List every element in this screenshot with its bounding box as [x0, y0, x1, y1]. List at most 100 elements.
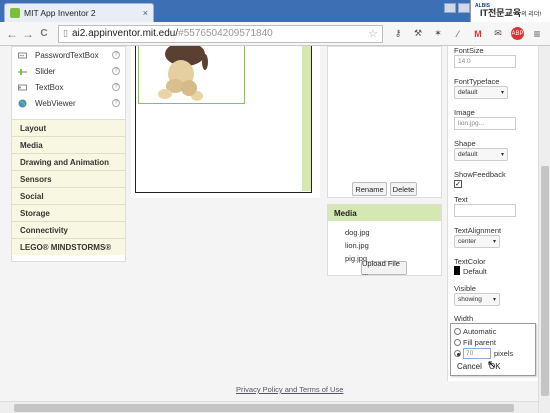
pixels-radio[interactable]	[454, 350, 461, 357]
upload-file-button[interactable]: Upload File ...	[361, 259, 407, 277]
chevron-down-icon: ▾	[492, 297, 496, 303]
chevron-down-icon: ▾	[500, 152, 504, 158]
font-size-label: FontSize	[454, 46, 484, 55]
gmail-icon[interactable]: M	[471, 27, 485, 41]
magic-wand-extension-icon[interactable]: ⁄	[451, 27, 465, 41]
palette-item-label: TextBox	[35, 82, 64, 92]
browser-menu-icon[interactable]: ≡	[530, 27, 544, 41]
automatic-label: Automatic	[463, 327, 497, 336]
browser-toolbar: ← → C ▯ ai2.appinventor.mit.edu/ #557650…	[0, 22, 550, 46]
text-alignment-label: TextAlignment	[454, 226, 502, 235]
palette-item-label: PasswordTextBox	[35, 50, 99, 60]
vertical-scrollbar[interactable]	[538, 46, 550, 413]
palette-spacer	[12, 111, 125, 119]
app-inventor-favicon-icon	[10, 8, 20, 18]
text-color-value[interactable]: Default	[463, 267, 487, 276]
palette-item-label: WebViewer	[35, 98, 76, 108]
palette-item-textbox[interactable]: TextBox ?	[12, 79, 125, 95]
chevron-down-icon: ▾	[500, 90, 504, 96]
albis-logo: ALBIS IT전문교육의 리더!	[470, 0, 550, 22]
show-feedback-label: ShowFeedback	[454, 170, 506, 179]
width-label: Width	[454, 314, 474, 323]
tab-title: MIT App Inventor 2	[24, 8, 96, 18]
maximize-icon[interactable]	[458, 3, 470, 13]
adblock-plus-icon[interactable]: ABP	[511, 27, 524, 40]
automatic-radio[interactable]	[454, 328, 461, 335]
show-feedback-checkbox[interactable]: ✓	[454, 180, 462, 188]
help-icon[interactable]: ?	[112, 51, 120, 59]
svg-text:***: ***	[20, 53, 25, 58]
image-label: Image	[454, 108, 475, 117]
category-social[interactable]: Social	[12, 187, 125, 204]
browser-tab-bar: MIT App Inventor 2 × ALBIS IT전문교육의 리더!	[0, 0, 550, 22]
vertical-scroll-thumb[interactable]	[541, 166, 549, 396]
image-input[interactable]: lion.jpg...	[454, 117, 516, 130]
tab-close-icon[interactable]: ×	[143, 8, 148, 18]
category-layout[interactable]: Layout	[12, 119, 125, 136]
mouse-cursor-icon: ↖	[487, 359, 497, 371]
cancel-button[interactable]: Cancel	[457, 362, 482, 371]
text-input[interactable]	[454, 204, 516, 217]
horizontal-scrollbar[interactable]	[0, 401, 538, 413]
minimize-icon[interactable]	[444, 3, 456, 13]
media-file-dog[interactable]: dog.jpg	[328, 226, 441, 239]
tools-extension-icon[interactable]: ⚒	[411, 27, 425, 41]
extensions-bar: ⚷ ⚒ ✶ ⁄ M ✉ ABP ≡	[391, 27, 544, 41]
font-typeface-select[interactable]: default ▾	[454, 86, 508, 99]
font-size-input[interactable]: 14.0	[454, 55, 516, 68]
key-extension-icon[interactable]: ⚷	[391, 27, 405, 41]
pixels-option[interactable]: 70 pixels	[454, 348, 513, 359]
palette-item-slider[interactable]: Slider ?	[12, 63, 125, 79]
select-value: showing	[458, 296, 482, 303]
shape-select[interactable]: default ▾	[454, 148, 508, 161]
privacy-policy-link[interactable]: Privacy Policy and Terms of Use	[236, 385, 343, 394]
category-media[interactable]: Media	[12, 136, 125, 153]
category-storage[interactable]: Storage	[12, 204, 125, 221]
palette-item-passwordtextbox[interactable]: *** PasswordTextBox ?	[12, 47, 125, 63]
help-icon[interactable]: ?	[112, 99, 120, 107]
mail-icon[interactable]: ✉	[491, 27, 505, 41]
textbox-icon	[18, 84, 27, 90]
rename-button[interactable]: Rename	[352, 182, 387, 196]
browser-tab[interactable]: MIT App Inventor 2 ×	[4, 3, 154, 22]
components-panel: Rename Delete	[327, 46, 442, 198]
bookmark-star-icon[interactable]: ☆	[368, 27, 378, 40]
page-info-icon: ▯	[63, 28, 68, 38]
slider-icon	[18, 68, 27, 75]
media-file-lion[interactable]: lion.jpg	[328, 239, 441, 252]
logo-main-text: IT전문교육의 리더!	[479, 8, 542, 19]
select-value: default	[458, 151, 478, 158]
visible-label: Visible	[454, 284, 476, 293]
visible-select[interactable]: showing ▾	[454, 293, 500, 306]
text-alignment-select[interactable]: center ▾	[454, 235, 500, 248]
help-icon[interactable]: ?	[112, 83, 120, 91]
media-header: Media	[328, 205, 441, 221]
password-textbox-icon: ***	[18, 52, 27, 58]
url-hash: #5576504209571840	[178, 28, 273, 39]
category-lego-mindstorms[interactable]: LEGO® MINDSTORMS®	[12, 238, 125, 255]
category-drawing-and-animation[interactable]: Drawing and Animation	[12, 153, 125, 170]
horizontal-scroll-thumb[interactable]	[14, 404, 514, 412]
fill-parent-radio[interactable]	[454, 339, 461, 346]
shape-label: Shape	[454, 139, 476, 148]
fill-parent-label: Fill parent	[463, 338, 496, 347]
color-swatch[interactable]	[454, 266, 460, 275]
puzzle-extension-icon[interactable]: ✶	[431, 27, 445, 41]
automatic-option[interactable]: Automatic	[454, 327, 496, 336]
fill-parent-option[interactable]: Fill parent	[454, 338, 496, 347]
lion-toy-image	[158, 46, 208, 101]
address-bar[interactable]: ▯ ai2.appinventor.mit.edu/ #557650420957…	[58, 24, 383, 43]
category-sensors[interactable]: Sensors	[12, 170, 125, 187]
delete-button[interactable]: Delete	[390, 182, 417, 196]
reload-icon[interactable]: C	[36, 26, 52, 42]
select-value: center	[458, 238, 477, 245]
category-connectivity[interactable]: Connectivity	[12, 221, 125, 238]
palette-item-webviewer[interactable]: WebViewer ?	[12, 95, 125, 111]
help-icon[interactable]: ?	[112, 67, 120, 75]
text-label: Text	[454, 195, 468, 204]
lion-image-button[interactable]	[138, 46, 245, 104]
back-icon[interactable]: ←	[4, 26, 20, 42]
forward-icon[interactable]: →	[20, 26, 36, 42]
window-controls	[444, 3, 470, 13]
select-value: default	[458, 89, 478, 96]
